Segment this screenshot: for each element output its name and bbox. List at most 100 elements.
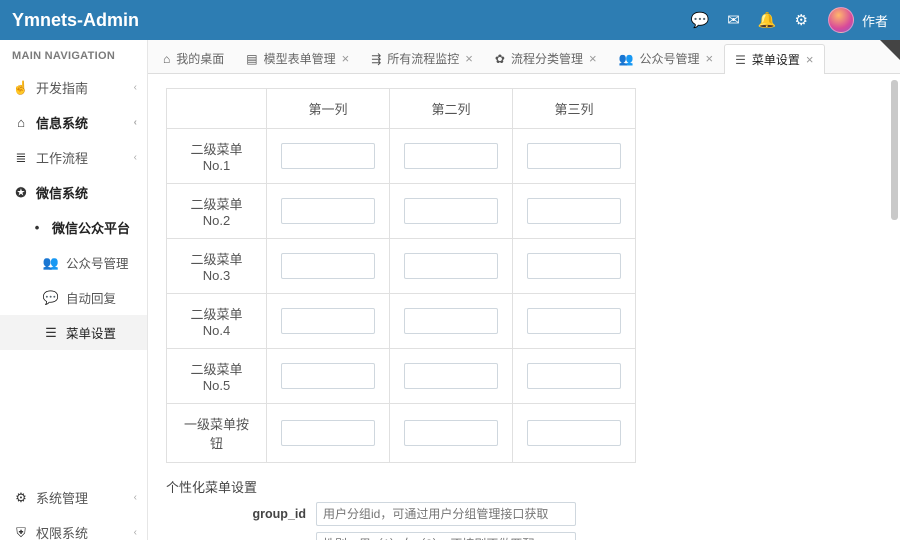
- grid-input[interactable]: [527, 420, 621, 446]
- sidebar-item-信息系统[interactable]: ⌂ 信息系统 ‹: [0, 105, 147, 140]
- settings-icon[interactable]: ⚙: [795, 11, 808, 29]
- grid-input[interactable]: [527, 363, 621, 389]
- tab-公众号管理[interactable]: 👥公众号管理×: [608, 43, 725, 73]
- user-area[interactable]: 作者: [828, 7, 888, 33]
- mail-icon[interactable]: ✉: [727, 11, 740, 29]
- grid-cell: [267, 184, 390, 239]
- grid-input[interactable]: [281, 253, 375, 279]
- shield-icon: ⛨: [12, 525, 30, 540]
- grid-cell: [513, 184, 636, 239]
- tab-label: 我的桌面: [176, 50, 224, 67]
- grid-input[interactable]: [527, 198, 621, 224]
- grid-cell: [390, 294, 513, 349]
- grid-row-label: 二级菜单No.1: [167, 129, 267, 184]
- grid-input[interactable]: [281, 308, 375, 334]
- grid-row-label: 二级菜单No.2: [167, 184, 267, 239]
- sidebar-item-label: 菜单设置: [66, 323, 116, 342]
- sidebar-item-label: 自动回复: [66, 288, 116, 307]
- wechat-icon: ✪: [12, 185, 30, 201]
- grid-cell: [390, 129, 513, 184]
- close-icon[interactable]: ×: [706, 52, 714, 65]
- grid-input[interactable]: [527, 253, 621, 279]
- grid-input[interactable]: [281, 363, 375, 389]
- grid-cell: [267, 349, 390, 404]
- grid-input[interactable]: [281, 420, 375, 446]
- sidebar-item-微信系统[interactable]: ✪微信系统: [0, 175, 147, 210]
- chevron-left-icon: ‹: [134, 152, 137, 163]
- grid-col-header: 第二列: [390, 89, 513, 129]
- grid-input[interactable]: [527, 143, 621, 169]
- grid-cell: [513, 404, 636, 463]
- menu-grid: 第一列第二列第三列二级菜单No.1二级菜单No.2二级菜单No.3二级菜单No.…: [166, 88, 636, 463]
- tab-模型表单管理[interactable]: ▤ 模型表单管理 ×: [235, 43, 360, 73]
- menu-icon: ☰: [42, 325, 60, 341]
- reply-icon: 💬: [42, 290, 60, 306]
- sidebar-item-工作流程[interactable]: ≣工作流程‹: [0, 140, 147, 175]
- form-input-group_id[interactable]: [316, 502, 576, 526]
- tab-label: 模型表单管理: [264, 50, 336, 67]
- form-input-sex[interactable]: [316, 532, 576, 540]
- avatar: [828, 7, 854, 33]
- home-icon: ⌂: [12, 115, 30, 130]
- chevron-left-icon: ‹: [134, 492, 137, 503]
- grid-input[interactable]: [281, 143, 375, 169]
- grid-cell: [390, 184, 513, 239]
- gear-icon: ✿: [495, 52, 505, 66]
- close-icon[interactable]: ×: [465, 52, 473, 65]
- scrollbar-thumb[interactable]: [891, 80, 898, 220]
- list-icon: ▤: [246, 52, 257, 66]
- grid-col-header: 第一列: [267, 89, 390, 129]
- grid-cell: [513, 239, 636, 294]
- close-icon[interactable]: ×: [589, 52, 597, 65]
- sidebar-item-自动回复[interactable]: 💬 自动回复: [0, 280, 147, 315]
- grid-input[interactable]: [404, 198, 498, 224]
- grid-cell: [267, 129, 390, 184]
- gears-icon: ⚙: [12, 490, 30, 506]
- sidebar-item-系统管理[interactable]: ⚙系统管理‹: [0, 480, 147, 515]
- hand-icon: ☝: [12, 80, 30, 96]
- grid-input[interactable]: [527, 308, 621, 334]
- sidebar-item-微信公众平台[interactable]: •微信公众平台: [0, 210, 147, 245]
- sidebar-item-开发指南[interactable]: ☝开发指南‹: [0, 70, 147, 105]
- close-icon[interactable]: ×: [342, 52, 350, 65]
- home-icon: ⌂: [163, 52, 170, 66]
- grid-input[interactable]: [281, 198, 375, 224]
- grid-input[interactable]: [404, 363, 498, 389]
- grid-input[interactable]: [404, 253, 498, 279]
- sidebar: MAIN NAVIGATION ☝开发指南‹⌂信息系统‹≣工作流程‹✪微信系统•…: [0, 40, 148, 540]
- sidebar-item-label: 公众号管理: [66, 253, 129, 272]
- tab-流程分类管理[interactable]: ✿ 流程分类管理 ×: [484, 43, 608, 73]
- sidebar-item-公众号管理[interactable]: 👥公众号管理: [0, 245, 147, 280]
- panel-collapse-icon[interactable]: [880, 40, 900, 60]
- top-header: Ymnets-Admin 💬 ✉ 🔔 ⚙ 作者: [0, 0, 900, 40]
- sidebar-item-菜单设置[interactable]: ☰ 菜单设置: [0, 315, 147, 350]
- bell-icon[interactable]: 🔔: [758, 11, 777, 29]
- header-icon-group: 💬 ✉ 🔔 ⚙: [691, 11, 808, 29]
- grid-input[interactable]: [404, 143, 498, 169]
- chevron-left-icon: ‹: [134, 117, 137, 128]
- close-icon[interactable]: ×: [806, 53, 814, 66]
- grid-cell: [390, 239, 513, 294]
- steps-icon: ≣: [12, 150, 30, 166]
- tab-label: 所有流程监控: [387, 50, 459, 67]
- user-name: 作者: [862, 11, 888, 30]
- sidebar-item-label: 开发指南: [36, 78, 88, 97]
- sidebar-title: MAIN NAVIGATION: [0, 40, 147, 70]
- flow-icon: ⇶: [371, 52, 381, 66]
- sidebar-item-权限系统[interactable]: ⛨ 权限系统 ‹: [0, 515, 147, 540]
- tab-我的桌面[interactable]: ⌂ 我的桌面: [152, 43, 235, 73]
- tab-label: 流程分类管理: [511, 50, 583, 67]
- main-panel: ⌂我的桌面▤模型表单管理×⇶所有流程监控×✿流程分类管理×👥公众号管理×☰菜单设…: [148, 40, 900, 540]
- chat-icon[interactable]: 💬: [691, 11, 710, 29]
- tab-label: 菜单设置: [752, 51, 800, 68]
- grid-cell: [267, 239, 390, 294]
- sidebar-item-label: 信息系统: [36, 113, 88, 132]
- grid-input[interactable]: [404, 420, 498, 446]
- chevron-left-icon: ‹: [134, 527, 137, 538]
- tab-菜单设置[interactable]: ☰菜单设置×: [724, 44, 824, 74]
- grid-cell: [513, 294, 636, 349]
- tab-所有流程监控[interactable]: ⇶ 所有流程监控 ×: [360, 43, 484, 73]
- sidebar-item-label: 权限系统: [36, 523, 88, 540]
- grid-input[interactable]: [404, 308, 498, 334]
- grid-row-label: 二级菜单No.3: [167, 239, 267, 294]
